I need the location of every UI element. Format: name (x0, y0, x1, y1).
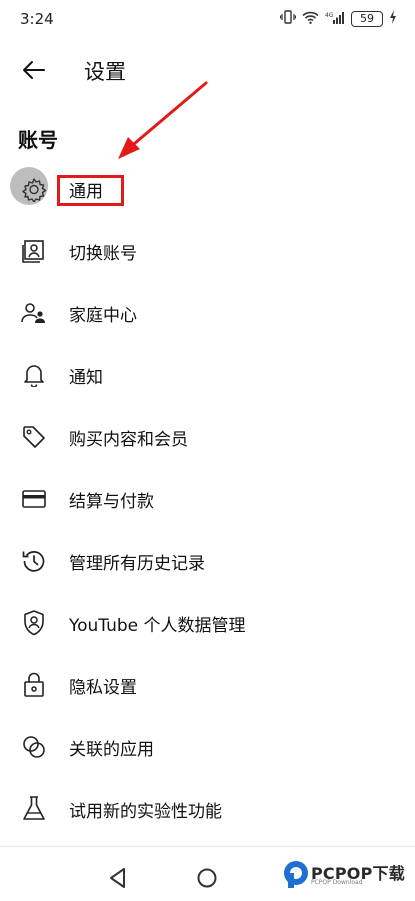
status-time: 3:24 (20, 10, 54, 28)
charging-icon (389, 9, 397, 28)
arrow-left-icon (23, 61, 45, 79)
menu-item-notifications[interactable]: 通知 (0, 347, 415, 403)
nav-back-button[interactable] (108, 867, 128, 893)
menu-item-experimental[interactable]: 试用新的实验性功能 (0, 781, 415, 837)
menu-item-purchases[interactable]: 购买内容和会员 (0, 409, 415, 465)
circle-home-icon (197, 868, 217, 888)
menu-item-billing[interactable]: 结算与付款 (0, 471, 415, 527)
family-icon (20, 299, 48, 327)
watermark: PCPOP下载 PCPOP Download (283, 858, 411, 892)
menu-label: YouTube 个人数据管理 (69, 616, 246, 636)
lock-icon (20, 671, 48, 699)
vibrate-icon (279, 9, 297, 28)
menu-label: 切换账号 (69, 244, 137, 264)
menu-label: 关联的应用 (69, 740, 154, 760)
section-title: 账号 (18, 128, 58, 152)
gear-icon (20, 175, 48, 203)
menu-item-family-center[interactable]: 家庭中心 (0, 285, 415, 341)
red-arrow-annotation (118, 81, 208, 159)
bell-icon (20, 361, 48, 389)
battery-indicator: 59 (351, 10, 383, 27)
menu-label: 家庭中心 (69, 306, 137, 326)
menu-label: 试用新的实验性功能 (69, 802, 222, 822)
menu-label: 通知 (69, 368, 103, 388)
triangle-back-icon (110, 868, 125, 888)
tag-icon (20, 423, 48, 451)
menu-label: 隐私设置 (69, 678, 137, 698)
menu-label: 结算与付款 (69, 492, 154, 512)
menu-item-youtube-data[interactable]: YouTube 个人数据管理 (0, 595, 415, 651)
highlight-box-annotation (57, 175, 124, 206)
signal-icon: 4G (325, 9, 345, 28)
shield-person-icon (20, 609, 48, 637)
menu-label: 管理所有历史记录 (69, 554, 205, 574)
credit-card-icon (20, 485, 48, 513)
menu-item-switch-account[interactable]: 切换账号 (0, 223, 415, 279)
back-button[interactable] (18, 54, 50, 86)
status-icons: 4G 59 (279, 9, 397, 28)
svg-text:4G: 4G (325, 12, 334, 19)
nav-home-button[interactable] (196, 867, 218, 893)
flask-icon (20, 795, 48, 823)
pcpop-logo-icon (284, 861, 308, 888)
menu-item-connected-apps[interactable]: 关联的应用 (0, 719, 415, 775)
wifi-icon (302, 9, 319, 28)
history-icon (20, 547, 48, 575)
linked-apps-icon (20, 733, 48, 761)
status-bar: 3:24 4G 59 (0, 0, 415, 40)
menu-item-history[interactable]: 管理所有历史记录 (0, 533, 415, 589)
watermark-sub: PCPOP Download (311, 879, 363, 886)
menu-label: 购买内容和会员 (69, 430, 188, 450)
menu-item-privacy[interactable]: 隐私设置 (0, 657, 415, 713)
switch-account-icon (20, 237, 48, 265)
